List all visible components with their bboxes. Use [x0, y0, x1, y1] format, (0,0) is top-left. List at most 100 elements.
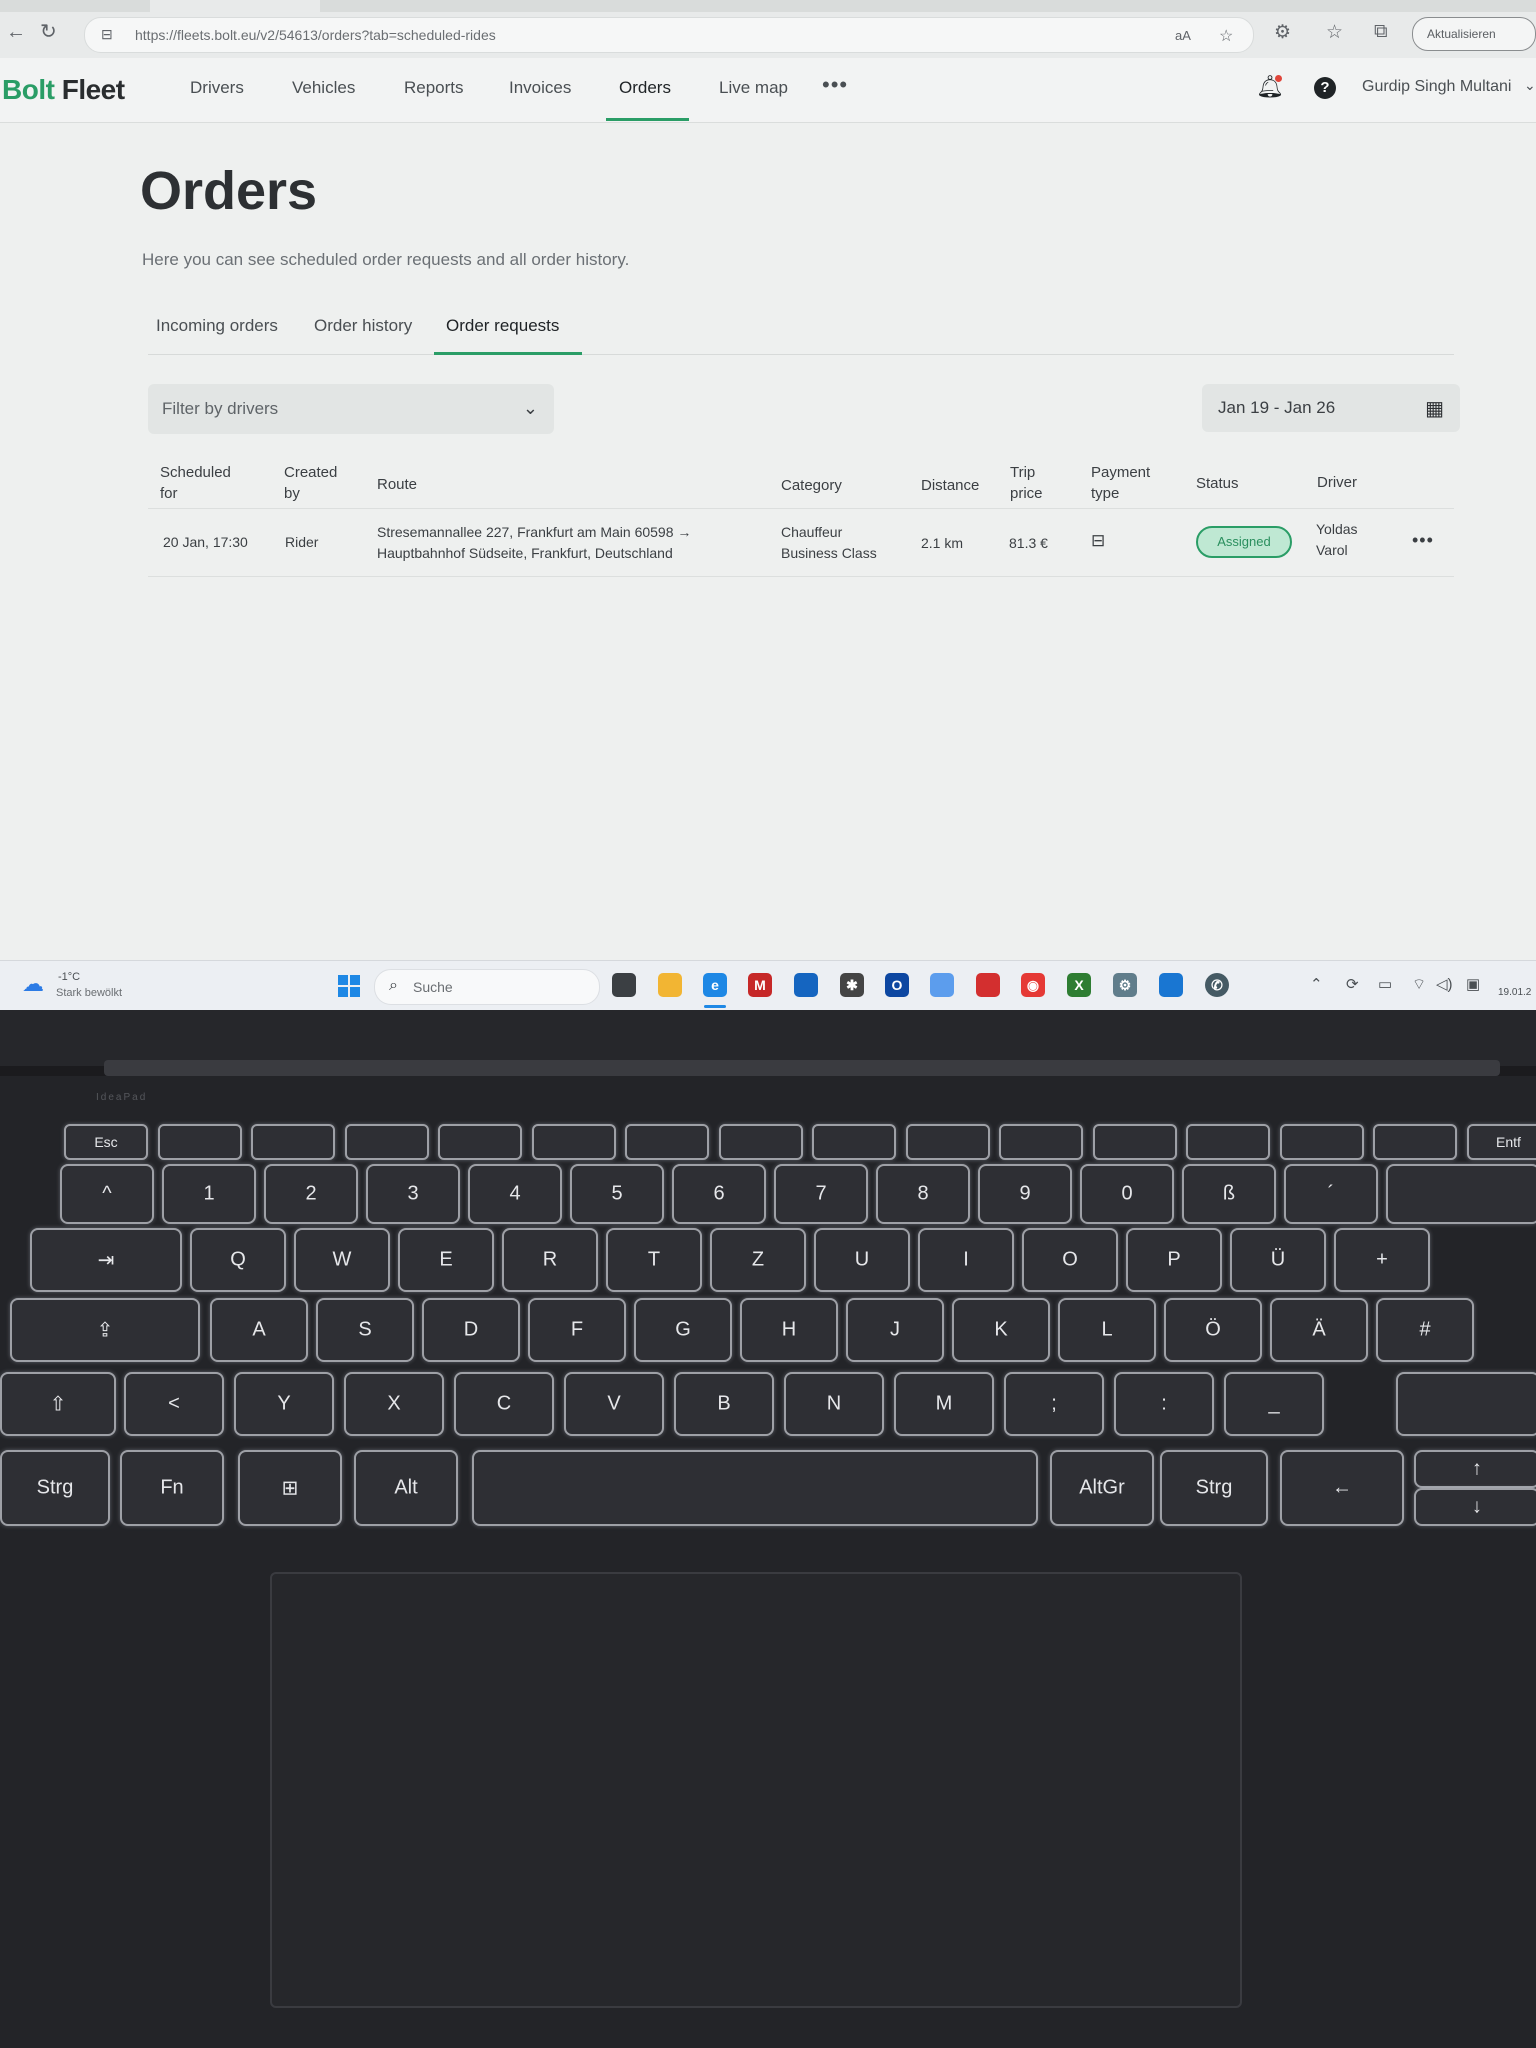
key-row-a-2[interactable]: D: [422, 1298, 520, 1362]
nav-more-button[interactable]: •••: [822, 72, 848, 98]
weather-cloud-icon[interactable]: ☁: [22, 971, 44, 997]
key-row-a-7[interactable]: K: [952, 1298, 1050, 1362]
help-icon[interactable]: ?: [1314, 77, 1336, 99]
key-fn-15[interactable]: Entf: [1466, 1124, 1536, 1160]
key-caps-lock[interactable]: ⇪: [10, 1298, 200, 1362]
edge-browser-icon[interactable]: e: [703, 973, 727, 997]
mcafee-icon[interactable]: M: [748, 973, 772, 997]
key-fn-3[interactable]: [344, 1124, 429, 1160]
key-fn-2[interactable]: [251, 1124, 335, 1160]
acrobat-icon[interactable]: [976, 973, 1000, 997]
key-windows[interactable]: ⊞: [238, 1450, 342, 1526]
key-row-a-3[interactable]: F: [528, 1298, 626, 1362]
key-space[interactable]: [472, 1450, 1038, 1526]
chatgpt-icon[interactable]: ✱: [840, 973, 864, 997]
key-row-q-6[interactable]: U: [814, 1228, 910, 1292]
key-num-12[interactable]: ´: [1284, 1164, 1378, 1224]
photos-icon[interactable]: [930, 973, 954, 997]
translate-icon[interactable]: aA: [1175, 28, 1191, 43]
key-row-a-5[interactable]: H: [740, 1298, 838, 1362]
reload-icon[interactable]: ↻: [40, 22, 57, 42]
key-fn[interactable]: Fn: [120, 1450, 224, 1526]
key-num-1[interactable]: 1: [162, 1164, 256, 1224]
key-fn-9[interactable]: [905, 1124, 990, 1160]
key-fn-7[interactable]: [718, 1124, 803, 1160]
key-num-10[interactable]: 0: [1080, 1164, 1174, 1224]
key-row-q-3[interactable]: R: [502, 1228, 598, 1292]
key-altgr[interactable]: AltGr: [1050, 1450, 1154, 1526]
volume-icon[interactable]: ◁): [1436, 975, 1453, 993]
key-fn-1[interactable]: [157, 1124, 242, 1160]
taskbar-search[interactable]: ⌕ Suche: [374, 969, 600, 1005]
settings-gear-icon[interactable]: ⚙: [1113, 973, 1137, 997]
key-fn-13[interactable]: [1279, 1124, 1364, 1160]
key-backspace[interactable]: [1386, 1164, 1536, 1224]
chrome-icon[interactable]: ◉: [1021, 973, 1045, 997]
nav-live-map[interactable]: Live map: [719, 78, 788, 98]
tray-chevron-up-icon[interactable]: ⌃: [1310, 975, 1323, 993]
key-num-9[interactable]: 9: [978, 1164, 1072, 1224]
site-info-icon[interactable]: ⊟: [101, 26, 113, 43]
bolt-fleet-logo[interactable]: Bolt Fleet: [2, 74, 125, 106]
excel-icon[interactable]: X: [1067, 973, 1091, 997]
key-num-4[interactable]: 4: [468, 1164, 562, 1224]
key-fn-10[interactable]: [999, 1124, 1083, 1160]
key-fn-8[interactable]: [812, 1124, 896, 1160]
key-alt[interactable]: Alt: [354, 1450, 458, 1526]
key-row-q-7[interactable]: I: [918, 1228, 1014, 1292]
key-num-6[interactable]: 6: [672, 1164, 766, 1224]
weather-desc[interactable]: Stark bewölkt: [56, 987, 122, 999]
tab-incoming-orders[interactable]: Incoming orders: [156, 316, 278, 336]
key-num-0[interactable]: ^: [60, 1164, 154, 1224]
wifi-icon[interactable]: ⌔: [1412, 975, 1426, 994]
key-arrow-up[interactable]: ↑: [1414, 1450, 1536, 1488]
key-row-a-9[interactable]: Ö: [1164, 1298, 1262, 1362]
nav-drivers[interactable]: Drivers: [190, 78, 244, 98]
key-fn-0[interactable]: Esc: [64, 1124, 148, 1160]
key-num-11[interactable]: ß: [1182, 1164, 1276, 1224]
whatsapp-icon[interactable]: ✆: [1205, 973, 1229, 997]
key-row-q-0[interactable]: Q: [190, 1228, 286, 1292]
key-row-y-0[interactable]: <: [124, 1372, 224, 1436]
favorite-star-icon[interactable]: ☆: [1219, 26, 1233, 46]
extensions-icon[interactable]: ⚙: [1274, 21, 1291, 44]
key-num-3[interactable]: 3: [366, 1164, 460, 1224]
maps-icon[interactable]: [1159, 973, 1183, 997]
row-more-button[interactable]: •••: [1412, 530, 1434, 551]
user-menu-name[interactable]: Gurdip Singh Multani: [1362, 78, 1511, 96]
address-bar[interactable]: ⊟ https://fleets.bolt.eu/v2/54613/orders…: [84, 17, 1254, 53]
key-row-a-11[interactable]: #: [1376, 1298, 1474, 1362]
key-row-y-8[interactable]: ;: [1004, 1372, 1104, 1436]
key-fn-11[interactable]: [1092, 1124, 1177, 1160]
tray-battery-icon[interactable]: ▭: [1378, 975, 1392, 993]
browser-active-tab[interactable]: [150, 0, 320, 12]
weather-temp[interactable]: -1°C: [58, 971, 80, 983]
tab-order-history[interactable]: Order history: [314, 316, 412, 336]
tab-order-requests[interactable]: Order requests: [446, 316, 559, 336]
key-fn-5[interactable]: [531, 1124, 616, 1160]
driver-filter-select[interactable]: Filter by drivers ⌄: [148, 384, 554, 434]
key-row-a-0[interactable]: A: [210, 1298, 308, 1362]
key-row-q-4[interactable]: T: [606, 1228, 702, 1292]
file-explorer-icon[interactable]: [658, 973, 682, 997]
collections-icon[interactable]: ⧉: [1374, 21, 1388, 43]
key-row-a-10[interactable]: Ä: [1270, 1298, 1368, 1362]
key-ctrl-right[interactable]: Strg: [1160, 1450, 1268, 1526]
url-text[interactable]: https://fleets.bolt.eu/v2/54613/orders?t…: [135, 27, 496, 43]
key-row-q-11[interactable]: +: [1334, 1228, 1430, 1292]
key-num-7[interactable]: 7: [774, 1164, 868, 1224]
key-row-q-9[interactable]: P: [1126, 1228, 1222, 1292]
key-row-q-2[interactable]: E: [398, 1228, 494, 1292]
key-row-y-9[interactable]: :: [1114, 1372, 1214, 1436]
key-tab[interactable]: ⇥: [30, 1228, 182, 1292]
power-icon[interactable]: ▣: [1466, 975, 1480, 993]
back-arrow-icon[interactable]: ←: [6, 22, 26, 42]
update-browser-button[interactable]: Aktualisieren: [1412, 17, 1536, 51]
key-row-a-1[interactable]: S: [316, 1298, 414, 1362]
key-row-q-8[interactable]: O: [1022, 1228, 1118, 1292]
favorites-icon[interactable]: ☆: [1326, 21, 1343, 44]
key-arrow-down[interactable]: ↓: [1414, 1488, 1536, 1526]
nav-reports[interactable]: Reports: [404, 78, 464, 98]
touchpad[interactable]: [270, 1572, 1242, 2008]
key-row-y-5[interactable]: B: [674, 1372, 774, 1436]
